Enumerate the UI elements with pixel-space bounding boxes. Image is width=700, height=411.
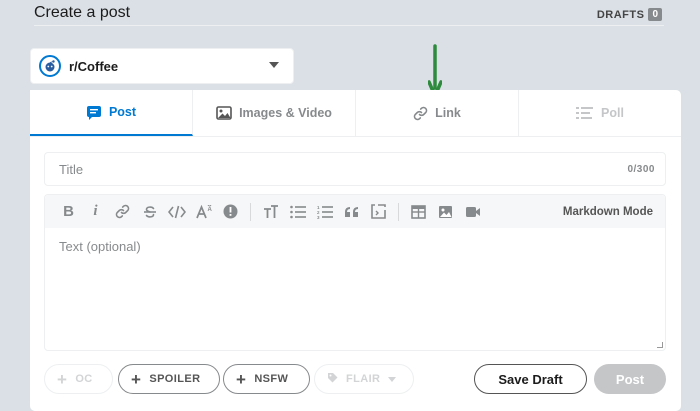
text-editor: B i A 123 Markdown Mode Text (optional) bbox=[44, 194, 666, 351]
post-footer: + OC + SPOILER + NSFW FLAIR Save Draft P… bbox=[44, 364, 666, 394]
plus-icon: + bbox=[236, 369, 247, 389]
markdown-mode-toggle[interactable]: Markdown Mode bbox=[563, 206, 653, 218]
link-icon[interactable] bbox=[109, 198, 136, 225]
nsfw-label: NSFW bbox=[254, 373, 289, 385]
svg-text:3: 3 bbox=[317, 215, 320, 219]
oc-label: OC bbox=[75, 373, 93, 385]
save-draft-button[interactable]: Save Draft bbox=[474, 364, 587, 394]
bulleted-list-icon[interactable] bbox=[284, 198, 311, 225]
strikethrough-icon[interactable] bbox=[136, 198, 163, 225]
spoiler-button[interactable]: + SPOILER bbox=[118, 364, 220, 394]
toolbar-divider bbox=[398, 202, 399, 221]
page-title: Create a post bbox=[34, 4, 131, 21]
title-input[interactable] bbox=[45, 153, 628, 185]
svg-text:A: A bbox=[207, 207, 212, 213]
tab-poll[interactable]: Poll bbox=[519, 90, 681, 136]
spoiler-label: SPOILER bbox=[149, 373, 201, 385]
reddit-snoo-icon bbox=[39, 55, 61, 77]
code-block-icon[interactable] bbox=[365, 198, 392, 225]
chevron-down-icon bbox=[388, 376, 397, 382]
editor-body bbox=[45, 228, 665, 350]
chevron-down-icon bbox=[269, 62, 279, 68]
community-name: r/Coffee bbox=[69, 58, 119, 74]
post-composer-card: Post Images & Video Link Poll 0/300 B bbox=[30, 90, 681, 411]
title-char-counter: 0/300 bbox=[627, 163, 655, 175]
heading-icon[interactable] bbox=[257, 198, 284, 225]
tab-post-label: Post bbox=[108, 105, 137, 119]
page-header: Create a post DRAFTS 0 bbox=[34, 4, 664, 26]
nsfw-button[interactable]: + NSFW bbox=[223, 364, 310, 394]
table-icon[interactable] bbox=[405, 198, 432, 225]
post-icon bbox=[86, 104, 102, 120]
post-type-tabs: Post Images & Video Link Poll bbox=[30, 90, 681, 137]
oc-button[interactable]: + OC bbox=[44, 364, 113, 394]
numbered-list-icon[interactable]: 123 bbox=[311, 198, 338, 225]
drafts-label: DRAFTS bbox=[596, 8, 645, 21]
tab-images-video-label: Images & Video bbox=[239, 106, 332, 120]
tab-post[interactable]: Post bbox=[30, 90, 193, 136]
video-icon[interactable] bbox=[459, 198, 486, 225]
image-icon bbox=[216, 106, 232, 120]
toolbar-divider bbox=[250, 202, 251, 221]
community-selector[interactable]: r/Coffee bbox=[30, 48, 294, 84]
plus-icon: + bbox=[57, 369, 68, 389]
italic-icon[interactable]: i bbox=[82, 198, 109, 225]
link-icon bbox=[413, 106, 428, 121]
plus-icon: + bbox=[131, 369, 142, 389]
poll-icon bbox=[576, 106, 594, 120]
tab-images-video[interactable]: Images & Video bbox=[193, 90, 356, 136]
post-button[interactable]: Post bbox=[594, 364, 666, 394]
editor-toolbar: B i A 123 Markdown Mode bbox=[45, 195, 665, 228]
bold-icon[interactable]: B bbox=[55, 198, 82, 225]
flair-button[interactable]: FLAIR bbox=[314, 364, 414, 394]
resize-handle[interactable] bbox=[657, 342, 663, 348]
tab-link[interactable]: Link bbox=[356, 90, 519, 136]
body-textarea[interactable] bbox=[45, 228, 665, 350]
spoiler-icon[interactable] bbox=[217, 198, 244, 225]
inline-code-icon[interactable] bbox=[163, 198, 190, 225]
title-field: 0/300 bbox=[44, 152, 666, 186]
image-icon[interactable] bbox=[432, 198, 459, 225]
drafts-button[interactable]: DRAFTS 0 bbox=[597, 8, 662, 21]
superscript-icon[interactable]: A bbox=[190, 198, 217, 225]
quote-block-icon[interactable] bbox=[338, 198, 365, 225]
flair-label: FLAIR bbox=[346, 373, 381, 385]
drafts-count-badge: 0 bbox=[648, 8, 662, 21]
tab-poll-label: Poll bbox=[601, 106, 624, 120]
tab-link-label: Link bbox=[435, 106, 461, 120]
tag-icon bbox=[327, 372, 338, 386]
